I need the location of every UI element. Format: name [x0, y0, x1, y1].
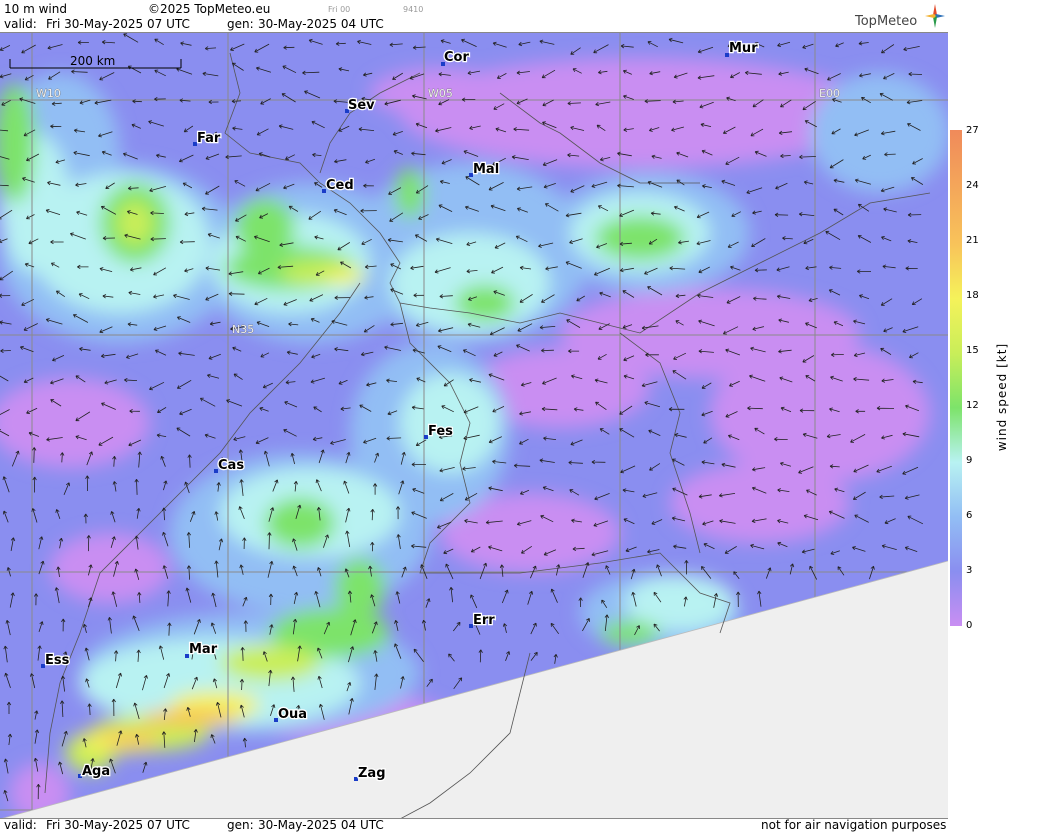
footer-valid-time: Fri 30-May-2025 07 UTC [46, 818, 190, 832]
logo-text: TopMeteo [855, 14, 918, 29]
legend-tick-0: 0 [966, 620, 973, 631]
legend-tick-18: 18 [966, 290, 979, 301]
legend-panel [948, 0, 1039, 832]
city-label-oua[interactable]: Oua [277, 706, 309, 724]
legend-tick-15: 15 [966, 345, 979, 356]
city-label-ced[interactable]: Ced [325, 177, 355, 195]
legend-tick-3: 3 [966, 565, 973, 576]
legend-tick-21: 21 [966, 235, 979, 246]
product-title: 10 m wind [4, 2, 67, 16]
city-label-ess[interactable]: Ess [44, 652, 71, 670]
city-label-mar[interactable]: Mar [188, 641, 219, 659]
wind-map[interactable]: W10 W05 E00 N35 200 km Cor Mur Sev Far C… [0, 33, 948, 819]
copyright-text: ©2025 TopMeteo.eu [148, 2, 271, 16]
gen-label: gen: [227, 17, 254, 31]
legend-tick-12: 12 [966, 400, 979, 411]
valid-time: Fri 30-May-2025 07 UTC [46, 17, 190, 31]
city-label-err[interactable]: Err [472, 612, 497, 630]
gen-time: 30-May-2025 04 UTC [258, 17, 384, 31]
legend-title: wind speed [kt] [995, 342, 1009, 452]
city-label-zag[interactable]: Zag [357, 765, 387, 783]
city-label-sev[interactable]: Sev [347, 97, 377, 115]
city-label-aga[interactable]: Aga [81, 763, 112, 781]
topmeteo-logo: TopMeteo [855, 14, 917, 29]
city-label-far[interactable]: Far [196, 130, 222, 148]
city-label-cor[interactable]: Cor [443, 49, 471, 67]
legend-tick-6: 6 [966, 510, 973, 521]
wind-map-canvas: W10 W05 E00 N35 200 km Cor Mur Sev Far C… [0, 33, 948, 819]
header-small-label-a: Fri 00 [328, 5, 351, 14]
city-label-fes[interactable]: Fes [427, 423, 455, 441]
grid-label-n35: N35 [232, 323, 254, 336]
grid-label-w10: W10 [36, 87, 61, 100]
legend-tick-9: 9 [966, 455, 973, 466]
footer-gen-time: 30-May-2025 04 UTC [258, 818, 384, 832]
city-label-cas[interactable]: Cas [217, 457, 246, 475]
footer-gen-label: gen: [227, 818, 254, 832]
footer-valid-label: valid: [4, 818, 37, 832]
scale-bar-label: 200 km [70, 54, 115, 68]
grid-label-e00: E00 [819, 87, 840, 100]
city-label-mur[interactable]: Mur [728, 40, 760, 58]
legend-tick-27: 27 [966, 125, 979, 136]
footer-disclaimer: not for air navigation purposes [761, 818, 947, 832]
legend-color-bar [950, 130, 962, 626]
city-label-mal[interactable]: Mal [472, 161, 501, 179]
valid-label: valid: [4, 17, 37, 31]
compass-logo-icon [925, 4, 945, 28]
legend-tick-24: 24 [966, 180, 979, 191]
grid-label-w05: W05 [428, 87, 453, 100]
header-small-label-b: 9410 [403, 5, 424, 14]
